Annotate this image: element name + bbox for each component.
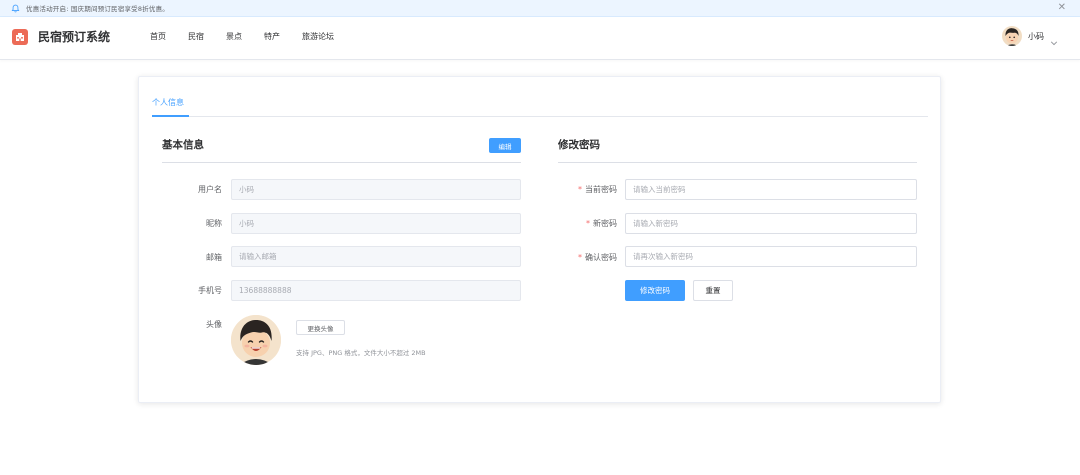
confirm-password-label-text: 确认密码 bbox=[585, 253, 617, 262]
logo-icon bbox=[12, 29, 28, 45]
email-label: 邮箱 bbox=[206, 253, 222, 262]
user-name: 小码 bbox=[1028, 31, 1044, 41]
avatar bbox=[1002, 26, 1022, 46]
site-title: 民宿预订系统 bbox=[38, 30, 111, 44]
user-menu[interactable]: 小码 bbox=[1002, 26, 1058, 46]
nav-item-homestay[interactable]: 民宿 bbox=[188, 30, 204, 44]
nav-item-home[interactable]: 首页 bbox=[150, 30, 166, 44]
nav-item-specialties[interactable]: 特产 bbox=[264, 30, 280, 44]
nickname-field: 小码 bbox=[231, 213, 521, 234]
profile-card: 个人信息 基本信息 编辑 用户名 小码 昵称 小码 邮箱 请输入邮箱 手机号 1… bbox=[138, 76, 941, 403]
nav-item-forum[interactable]: 旅游论坛 bbox=[302, 30, 334, 44]
basic-info-title: 基本信息 bbox=[162, 139, 204, 151]
current-password-label-text: 当前密码 bbox=[585, 185, 617, 194]
announcement-bar: 优惠活动开启: 国庆期间预订民宿享受8折优惠。 ✕ bbox=[0, 0, 1080, 17]
change-avatar-button[interactable]: 更换头像 bbox=[296, 320, 345, 335]
phone-label: 手机号 bbox=[198, 286, 222, 295]
password-section-title: 修改密码 bbox=[558, 139, 600, 151]
announcement-text: 优惠活动开启: 国庆期间预订民宿享受8折优惠。 bbox=[26, 5, 169, 13]
change-password-button[interactable]: 修改密码 bbox=[625, 280, 685, 301]
confirm-password-input[interactable] bbox=[625, 246, 917, 267]
edit-button[interactable]: 编辑 bbox=[489, 138, 521, 153]
tab-personal-info[interactable]: 个人信息 bbox=[152, 97, 184, 109]
email-field: 请输入邮箱 bbox=[231, 246, 521, 267]
current-password-input[interactable] bbox=[625, 179, 917, 200]
avatar-hint: 支持 JPG、PNG 格式，文件大小不超过 2MB bbox=[296, 349, 426, 357]
bell-icon bbox=[11, 4, 20, 13]
username-label: 用户名 bbox=[198, 185, 222, 194]
new-password-label-text: 新密码 bbox=[593, 219, 617, 228]
confirm-password-label: * 确认密码 bbox=[549, 252, 617, 264]
avatar bbox=[231, 315, 281, 365]
phone-field: 13688888888 bbox=[231, 280, 521, 301]
username-field: 小码 bbox=[231, 179, 521, 200]
new-password-input[interactable] bbox=[625, 213, 917, 234]
reset-button[interactable]: 重置 bbox=[693, 280, 733, 301]
required-mark: * bbox=[578, 253, 582, 262]
close-icon[interactable]: ✕ bbox=[1058, 2, 1066, 14]
nav-item-attractions[interactable]: 景点 bbox=[226, 30, 242, 44]
main-nav: 首页 民宿 景点 特产 旅游论坛 bbox=[150, 30, 356, 44]
required-mark: * bbox=[578, 185, 582, 194]
tab-divider bbox=[152, 116, 928, 117]
nickname-label: 昵称 bbox=[206, 219, 222, 228]
top-header: 民宿预订系统 首页 民宿 景点 特产 旅游论坛 小码 bbox=[0, 17, 1080, 60]
avatar-label: 头像 bbox=[206, 320, 222, 329]
chevron-down-icon bbox=[1050, 32, 1058, 46]
current-password-label: * 当前密码 bbox=[549, 184, 617, 196]
password-divider bbox=[558, 162, 917, 163]
tab-active-indicator bbox=[152, 115, 189, 117]
basic-info-divider bbox=[162, 162, 521, 163]
new-password-label: * 新密码 bbox=[549, 218, 617, 230]
required-mark: * bbox=[586, 219, 590, 228]
